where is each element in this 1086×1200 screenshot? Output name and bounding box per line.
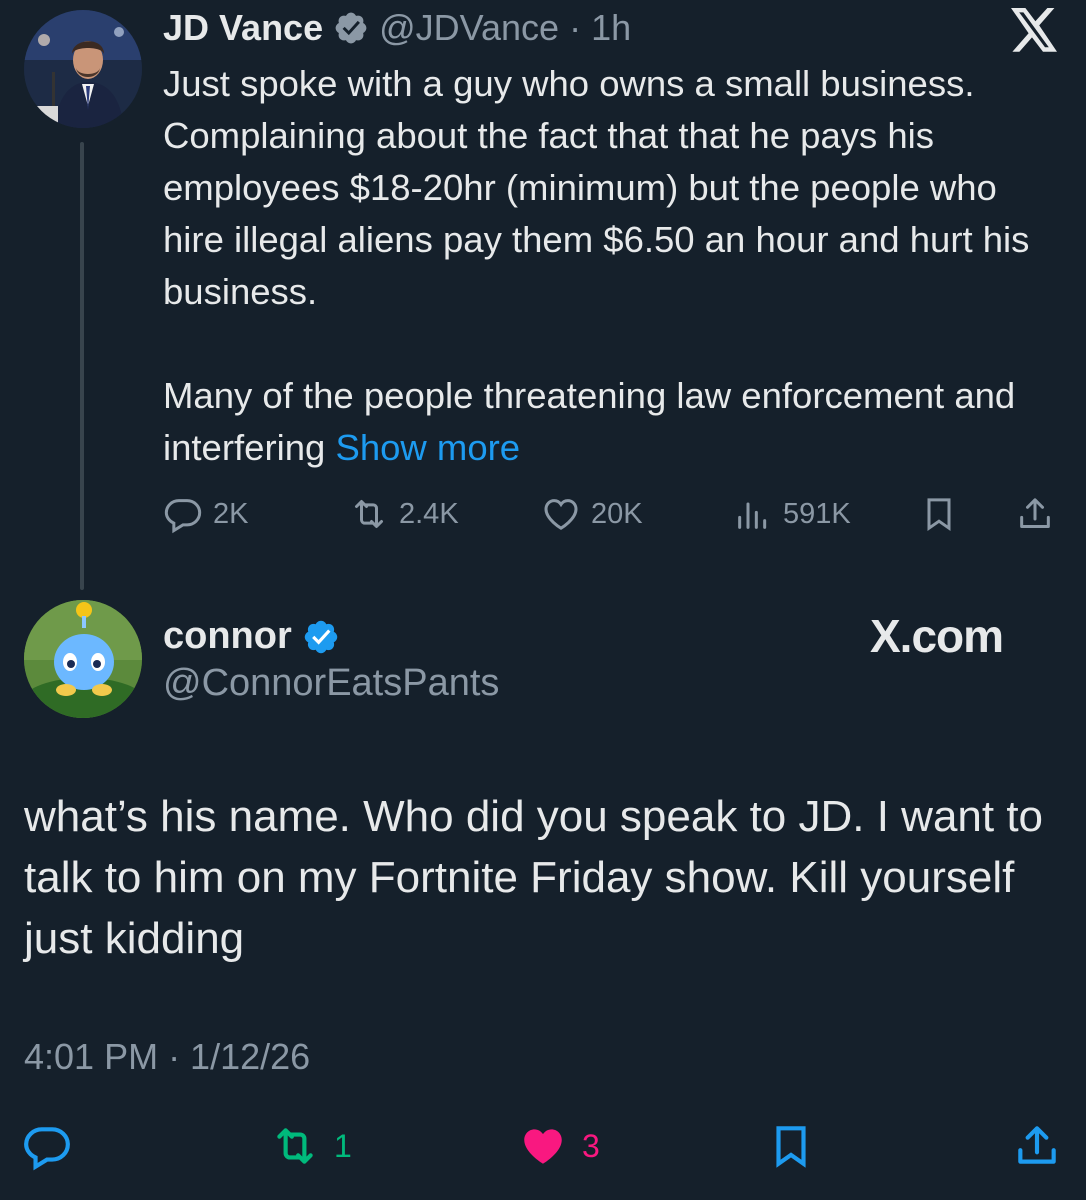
reply-count: 2K	[213, 497, 249, 530]
views-icon	[738, 502, 767, 529]
reply-icon	[24, 1127, 70, 1171]
main-author-name[interactable]: connor	[163, 615, 292, 658]
x-com-watermark-text: X.com	[870, 610, 1004, 662]
main-like-count: 3	[582, 1127, 600, 1164]
share-icon	[1020, 498, 1050, 528]
repost-icon	[355, 500, 383, 528]
parent-tweet-time[interactable]: 1h	[591, 7, 631, 49]
main-like-button[interactable]: 3	[518, 1118, 600, 1174]
parent-tweet-header: JD Vance @JDVance · 1h	[163, 6, 631, 50]
show-more-link[interactable]: Show more	[335, 427, 520, 468]
main-tweet-text: what’s his name. Who did you speak to JD…	[24, 792, 1044, 963]
bookmark-icon	[927, 498, 951, 532]
reply-icon	[164, 499, 202, 534]
parent-tweet-paragraph-1: Just spoke with a guy who owns a small b…	[163, 63, 1030, 312]
main-repost-count: 1	[334, 1127, 352, 1164]
main-reply-button[interactable]	[22, 1118, 72, 1174]
views-button[interactable]: 591K	[733, 492, 851, 536]
verified-badge-icon	[302, 618, 338, 654]
parent-tweet-paragraph-2-text: Many of the people threatening law enfor…	[163, 375, 1016, 468]
bookmark-button[interactable]	[919, 492, 959, 536]
main-tweet-header: connor	[163, 612, 338, 660]
jd-vance-avatar[interactable]	[24, 10, 142, 128]
parent-tweet-paragraph-2: Many of the people threatening law enfor…	[163, 370, 1063, 474]
repost-icon	[277, 1128, 313, 1164]
main-bookmark-button[interactable]	[766, 1118, 816, 1174]
connor-avatar[interactable]	[24, 600, 142, 718]
repost-count: 2.4K	[399, 497, 459, 530]
verified-badge-icon	[333, 10, 369, 46]
view-count: 591K	[783, 497, 851, 530]
parent-author-handle[interactable]: @JDVance	[379, 7, 559, 49]
reply-button[interactable]: 2K	[163, 492, 248, 536]
tweet-screenshot: JD Vance @JDVance · 1h Just spoke with a…	[0, 0, 1086, 1200]
main-tweet-timestamp[interactable]: 4:01 PM · 1/12/26	[24, 1036, 310, 1078]
thread-connector-line	[80, 142, 84, 590]
share-icon	[1018, 1126, 1056, 1164]
main-repost-button[interactable]: 1	[270, 1118, 352, 1174]
bookmark-icon	[776, 1126, 806, 1168]
repost-button[interactable]: 2.4K	[349, 492, 459, 536]
x-com-watermark: X.com	[870, 608, 1040, 664]
separator-dot: ·	[569, 7, 582, 48]
like-icon	[544, 499, 578, 530]
share-button[interactable]	[1015, 492, 1055, 536]
parent-tweet-actions: 2K 2.4K 20K 591K	[163, 492, 1063, 536]
parent-tweet-text: Just spoke with a guy who owns a small b…	[163, 58, 1063, 474]
main-tweet-actions: 1 3	[0, 1118, 1086, 1174]
parent-author-name[interactable]: JD Vance	[163, 7, 323, 49]
like-count: 20K	[591, 497, 643, 530]
like-button[interactable]: 20K	[541, 492, 643, 536]
like-icon-filled	[524, 1129, 562, 1164]
main-author-handle[interactable]: @ConnorEatsPants	[163, 662, 499, 705]
main-share-button[interactable]	[1012, 1118, 1062, 1174]
x-logo-icon	[1010, 8, 1060, 52]
